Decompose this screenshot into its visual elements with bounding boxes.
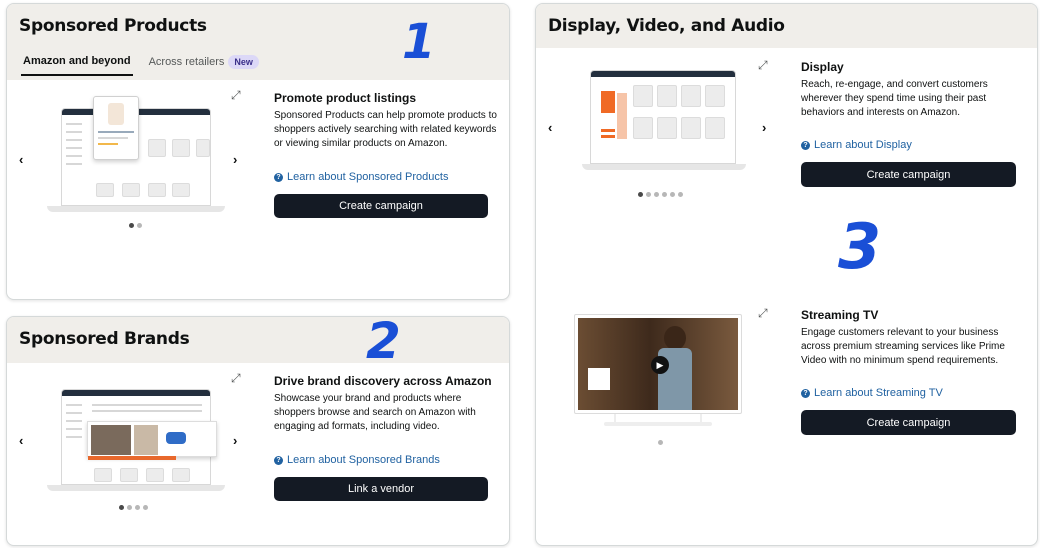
button-label: Create campaign — [339, 200, 423, 212]
tab-label: Amazon and beyond — [23, 55, 131, 67]
section-title: Promote product listings — [274, 91, 417, 105]
help-circle-icon: ? — [801, 388, 810, 398]
new-badge: New — [228, 55, 259, 69]
carousel-dots[interactable] — [658, 440, 663, 445]
button-label: Create campaign — [866, 168, 951, 181]
button-label: Link a vendor — [347, 483, 415, 495]
annotation-number: 3 — [838, 210, 882, 283]
link-label: Learn about Display — [814, 139, 912, 151]
card-header: Display, Video, and Audio — [536, 4, 1037, 48]
create-campaign-button[interactable]: Create campaign — [801, 162, 1016, 187]
link-label: Learn about Sponsored Brands — [287, 454, 440, 466]
sponsored-brands-illustration — [43, 385, 229, 493]
annotation-number: 2 — [366, 312, 401, 370]
section-title: Streaming TV — [801, 308, 879, 322]
carousel-dots[interactable] — [119, 505, 148, 510]
section-title: Display — [801, 60, 844, 74]
tab-label: Across retailers — [148, 56, 225, 68]
learn-about-sponsored-brands-link[interactable]: ? Learn about Sponsored Brands — [274, 454, 440, 466]
sponsored-brands-card: Sponsored Brands ‹ › ⤢ Drive brand disco… — [6, 316, 510, 546]
expand-icon[interactable]: ⤢ — [231, 88, 241, 103]
card-title: Sponsored Brands — [19, 329, 190, 349]
expand-icon[interactable]: ⤢ — [758, 306, 768, 321]
section-description: Showcase your brand and products where s… — [274, 393, 476, 432]
create-campaign-button[interactable]: Create campaign — [801, 410, 1016, 435]
link-label: Learn about Streaming TV — [814, 387, 943, 399]
button-label: Create campaign — [866, 416, 951, 429]
chevron-left-icon[interactable]: ‹ — [19, 433, 23, 448]
tab-amazon-and-beyond[interactable]: Amazon and beyond — [21, 51, 133, 76]
card-header: Sponsored Brands — [7, 317, 509, 363]
expand-icon[interactable]: ⤢ — [758, 58, 768, 73]
learn-about-sponsored-products-link[interactable]: ? Learn about Sponsored Products — [274, 171, 448, 183]
help-circle-icon: ? — [274, 455, 283, 465]
card-title: Sponsored Products — [19, 16, 207, 36]
display-illustration — [582, 68, 752, 172]
play-icon[interactable]: ▶ — [651, 356, 669, 374]
card-title: Display, Video, and Audio — [548, 16, 785, 36]
section-description: Engage customers relevant to your busine… — [801, 327, 1005, 366]
chevron-right-icon[interactable]: › — [233, 433, 237, 448]
display-video-audio-card: Display, Video, and Audio ‹ › ⤢ Display … — [535, 3, 1038, 546]
tab-bar: Amazon and beyond Across retailers New — [21, 51, 275, 76]
sponsored-products-illustration — [43, 96, 229, 214]
chevron-left-icon[interactable]: ‹ — [19, 152, 23, 167]
chevron-right-icon[interactable]: › — [233, 152, 237, 167]
help-circle-icon: ? — [274, 172, 283, 182]
expand-icon[interactable]: ⤢ — [231, 371, 241, 386]
chevron-right-icon[interactable]: › — [762, 120, 766, 135]
section-description: Sponsored Products can help promote prod… — [274, 110, 497, 149]
tab-across-retailers[interactable]: Across retailers New — [147, 51, 261, 76]
annotation-number: 1 — [402, 14, 436, 70]
section-description: Reach, re-engage, and convert customers … — [801, 79, 988, 118]
link-a-vendor-button[interactable]: Link a vendor — [274, 477, 488, 501]
streaming-tv-illustration: ▶ — [574, 314, 742, 438]
learn-about-streaming-tv-link[interactable]: ? Learn about Streaming TV — [801, 387, 943, 399]
carousel-dots[interactable] — [129, 223, 142, 228]
help-circle-icon: ? — [801, 140, 810, 150]
carousel-dots[interactable] — [638, 192, 683, 197]
create-campaign-button[interactable]: Create campaign — [274, 194, 488, 218]
section-title: Drive brand discovery across Amazon — [274, 374, 492, 388]
chevron-left-icon[interactable]: ‹ — [548, 120, 552, 135]
link-label: Learn about Sponsored Products — [287, 171, 449, 183]
learn-about-display-link[interactable]: ? Learn about Display — [801, 139, 912, 151]
